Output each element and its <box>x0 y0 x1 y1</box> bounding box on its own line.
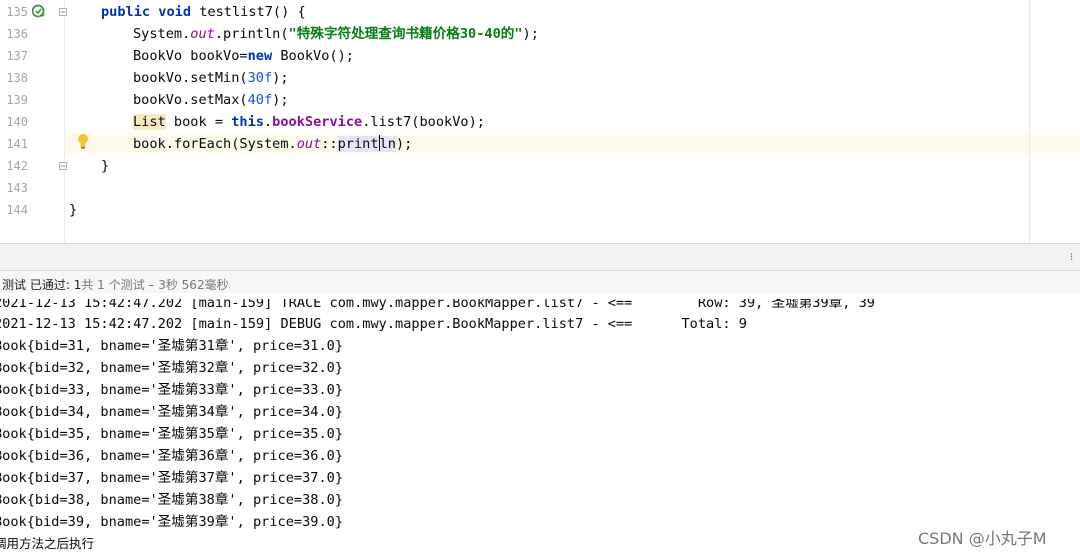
method-reference-highlight: println <box>337 135 396 152</box>
code-line-138: bookVo.setMin(30f); <box>133 67 289 89</box>
code-text: :: <box>321 136 338 152</box>
type-name-warning[interactable]: List <box>133 114 166 130</box>
code-line-135: public void testlist7() { <box>101 1 306 23</box>
line-number: 140 <box>6 115 28 129</box>
line-number: 143 <box>6 181 28 195</box>
editor-gutter: 135 136 137 138 139 140 141 142 143 144 <box>0 0 67 243</box>
code-line-137: BookVo bookVo=new BookVo(); <box>133 45 354 67</box>
code-text: ); <box>272 92 289 108</box>
line-number: 139 <box>6 93 28 107</box>
console-line: Book{bid=31, bname='圣墟第31章', price=31.0} <box>0 338 344 354</box>
right-margin-guide <box>1029 0 1030 243</box>
console-line: Book{bid=32, bname='圣墟第32章', price=32.0} <box>0 360 344 376</box>
code-text: bookVo.setMin( <box>133 70 248 86</box>
line-number: 136 <box>6 27 28 41</box>
code-text: .println( <box>214 26 289 42</box>
line-number: 141 <box>6 137 28 151</box>
fold-marker-icon[interactable] <box>59 162 67 170</box>
code-line-144: } <box>69 199 77 221</box>
static-field: out <box>190 26 215 42</box>
code-line-140: List book = this.bookService.list7(bookV… <box>133 111 485 133</box>
test-status-prefix: 测试 已通过: <box>2 278 74 292</box>
console-line: Book{bid=38, bname='圣墟第38章', price=38.0} <box>0 492 344 508</box>
method-signature: testlist7() { <box>191 4 306 20</box>
panel-splitter[interactable]: ⁝ <box>0 243 1080 270</box>
console-line: Book{bid=39, bname='圣墟第39章', price=39.0} <box>0 514 344 530</box>
code-line-141: book.forEach(System.out::println); <box>133 133 412 155</box>
code-text: ln <box>379 136 396 152</box>
line-number: 144 <box>6 203 28 217</box>
lightbulb-icon[interactable] <box>77 133 89 149</box>
run-test-icon[interactable] <box>32 4 46 18</box>
test-status-detail: 共 1 个测试 – 3秒 562毫秒 <box>81 278 229 292</box>
code-text: BookVo(); <box>272 48 354 64</box>
keyword: new <box>247 48 273 64</box>
closing-brace: } <box>69 202 78 218</box>
keyword: void <box>158 4 192 20</box>
line-number: 137 <box>6 49 28 63</box>
code-line-142: } <box>101 155 109 177</box>
code-text: bookVo.setMax( <box>133 92 248 108</box>
keyword: this <box>231 114 264 130</box>
instance-field: bookService <box>272 114 363 130</box>
code-text: System. <box>133 26 191 42</box>
line-number: 138 <box>6 71 28 85</box>
closing-brace: } <box>101 158 110 174</box>
number-literal: 40f <box>247 92 273 108</box>
console-line: 调用方法之后执行 <box>0 536 95 551</box>
keyword: public <box>101 4 151 20</box>
console-line: Book{bid=36, bname='圣墟第36章', price=36.0} <box>0 448 344 464</box>
console-output[interactable]: 2021-12-13 15:42:47.202 [main-159] TRACE… <box>0 293 1080 554</box>
code-text: BookVo bookVo= <box>133 48 248 64</box>
console-line: Book{bid=34, bname='圣墟第34章', price=34.0} <box>0 404 344 420</box>
code-text: print <box>337 136 379 152</box>
code-text: .list7(bookVo); <box>362 114 485 130</box>
console-line: Book{bid=33, bname='圣墟第33章', price=33.0} <box>0 382 344 398</box>
code-line-139: bookVo.setMax(40f); <box>133 89 289 111</box>
settings-icon[interactable]: ⁝ <box>1070 252 1073 263</box>
code-text: ); <box>395 136 413 152</box>
console-line: 2021-12-13 15:42:47.202 [main-159] DEBUG… <box>0 316 747 332</box>
fold-marker-icon[interactable] <box>59 8 67 16</box>
watermark: CSDN @小丸子M <box>918 529 1047 548</box>
code-text: . <box>263 114 273 130</box>
number-literal: 30f <box>247 70 273 86</box>
line-number: 135 <box>6 5 28 19</box>
code-line-136: System.out.println("特殊字符处理查询书籍价格30-40的")… <box>133 23 539 45</box>
code-text: ); <box>272 70 289 86</box>
code-editor[interactable]: 135 136 137 138 139 140 141 142 143 144 … <box>0 0 1080 243</box>
console-line: Book{bid=37, bname='圣墟第37章', price=37.0} <box>0 470 344 486</box>
code-text: book.forEach(System. <box>133 136 297 152</box>
code-text: ); <box>522 26 539 42</box>
code-text: book = <box>165 114 232 130</box>
string-literal: "特殊字符处理查询书籍价格30-40的" <box>288 26 523 42</box>
static-field: out <box>296 136 322 152</box>
console-line: Book{bid=35, bname='圣墟第35章', price=35.0} <box>0 426 344 442</box>
line-number: 142 <box>6 159 28 173</box>
console-line: 2021-12-13 15:42:47.202 [main-159] TRACE… <box>0 295 875 311</box>
